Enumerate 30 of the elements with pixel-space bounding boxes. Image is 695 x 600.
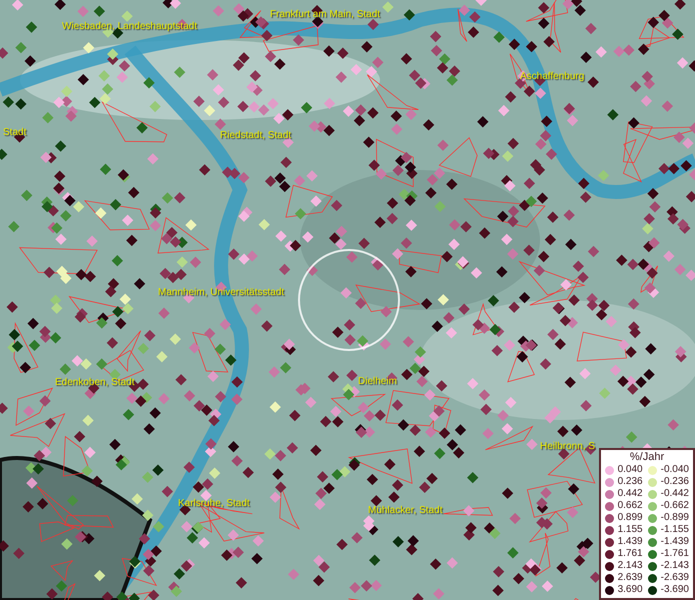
legend-value: 0.899: [618, 512, 644, 524]
legend-value: 0.236: [618, 476, 644, 488]
legend-value: -0.040: [660, 464, 689, 476]
legend-value: -0.662: [660, 500, 689, 512]
legend-value: -3.690: [660, 584, 689, 596]
legend-value: 3.690: [618, 584, 644, 596]
legend-value: 2.639: [618, 572, 644, 584]
legend-value: 0.442: [618, 488, 644, 500]
place-label: Dielheim: [358, 377, 397, 387]
legend-value: -0.442: [660, 488, 689, 500]
legend-value: 1.439: [618, 536, 644, 548]
place-label: Stadt: [3, 128, 26, 138]
legend-value: -2.143: [660, 560, 689, 572]
place-label: Mühlacker, Stadt: [368, 506, 442, 516]
legend-value: -0.236: [660, 476, 689, 488]
place-label: Wiesbaden, Landeshauptstadt: [62, 22, 198, 32]
legend-value: -0.899: [660, 512, 689, 524]
legend-value: -2.639: [660, 572, 689, 584]
place-label: Heilbronn, S: [540, 442, 596, 452]
legend-value: 1.155: [618, 524, 644, 536]
legend-title: %/Jahr: [628, 450, 666, 464]
legend-value: 0.662: [618, 500, 644, 512]
legend-value: -1.439: [660, 536, 689, 548]
legend-value: 1.761: [618, 548, 644, 560]
legend-value: -1.761: [660, 548, 689, 560]
place-label: Mannheim, Universitätsstadt: [158, 288, 284, 298]
legend-value: 0.040: [618, 464, 644, 476]
legend-value: -1.155: [660, 524, 689, 536]
place-label: Riedstadt, Stadt: [220, 131, 292, 141]
legend-value: 2.143: [618, 560, 644, 572]
